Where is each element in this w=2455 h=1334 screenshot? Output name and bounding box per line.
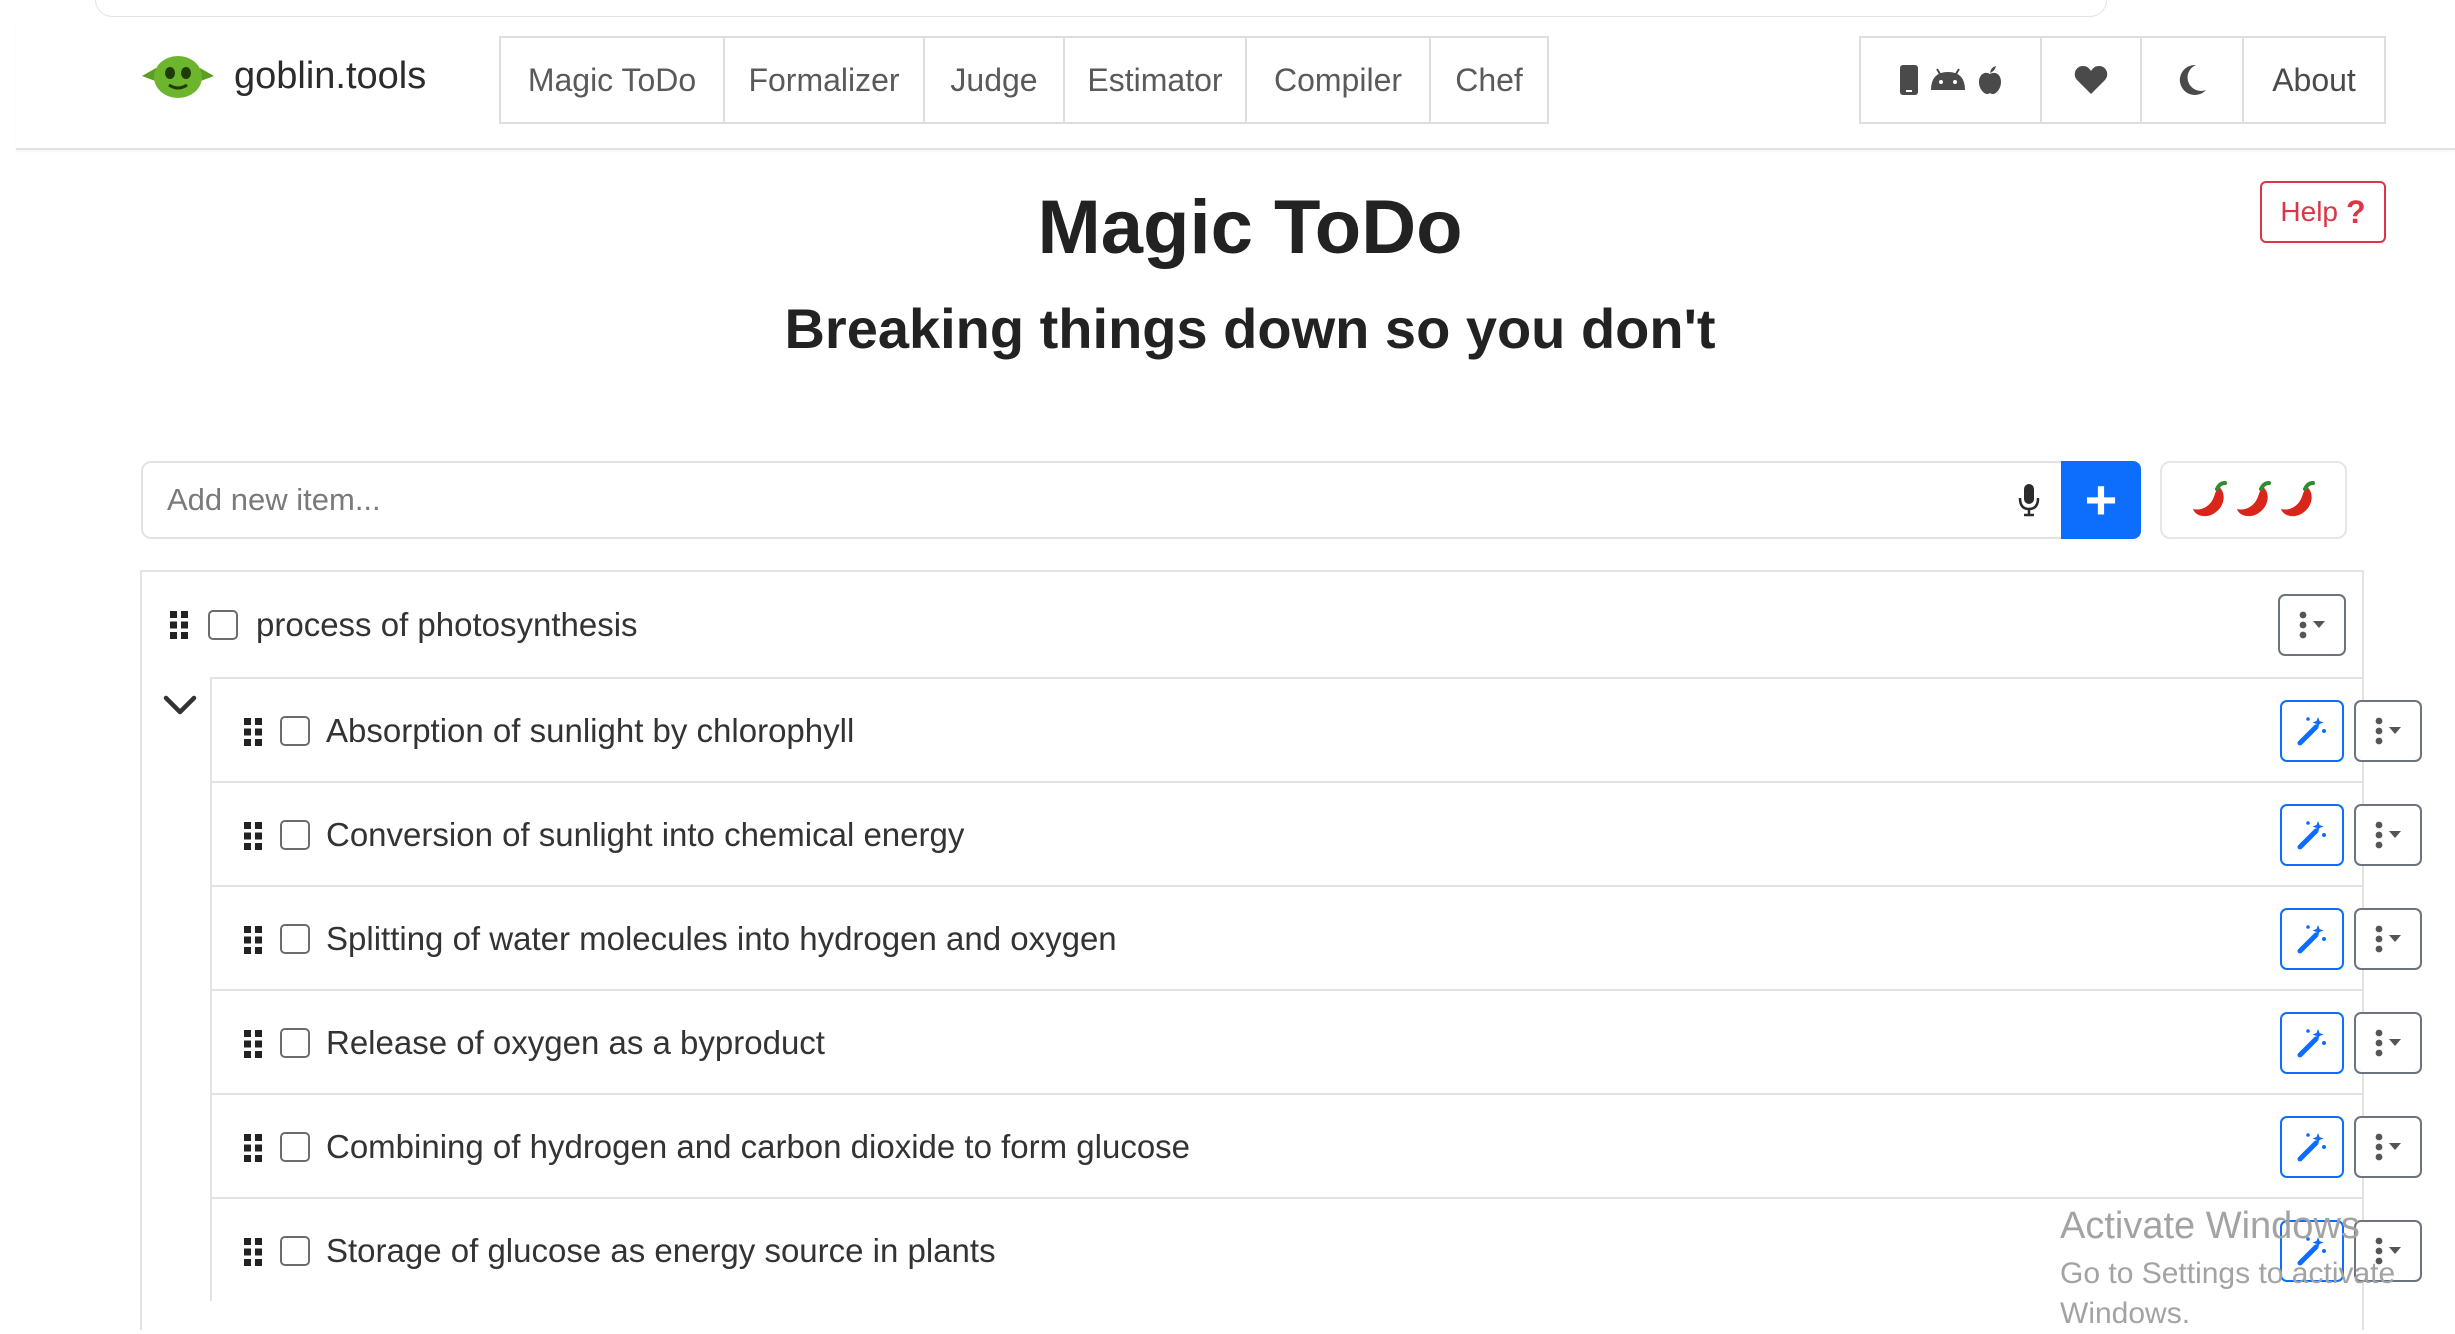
apple-icon [1978,66,2001,94]
drag-handle-icon[interactable] [169,610,189,640]
vertical-dots-icon [2375,821,2383,849]
caret-down-icon [2313,621,2325,628]
add-item-button[interactable]: + [2061,461,2141,539]
magic-wand-icon [2297,821,2326,850]
chili-icon [2280,481,2315,517]
tab-estimator[interactable]: Estimator [1065,38,1247,122]
breakdown-button[interactable] [2280,1220,2344,1282]
subtask-checkbox[interactable] [280,924,310,954]
subtask-row: Combining of hydrogen and carbon dioxide… [210,1093,2422,1197]
subtask-checkbox[interactable] [280,1236,310,1266]
heart-icon [2074,66,2108,94]
task-checkbox[interactable] [208,610,238,640]
subtask-row: Absorption of sunlight by chlorophyll [210,677,2422,781]
chili-icon [2192,481,2227,517]
magic-wand-icon [2297,1029,2326,1058]
tab-formalizer[interactable]: Formalizer [725,38,925,122]
todo-list: process of photosynthesis Absorption of … [140,570,2422,1330]
subtask-label[interactable]: Conversion of sunlight into chemical ene… [326,815,964,855]
task-label[interactable]: process of photosynthesis [256,605,638,645]
brand[interactable]: goblin.tools [136,48,426,104]
subtask-row: Splitting of water molecules into hydrog… [210,885,2422,989]
subtask-row: Conversion of sunlight into chemical ene… [210,781,2422,885]
vertical-dots-icon [2375,1029,2383,1057]
magic-wand-icon [2297,925,2326,954]
breakdown-button[interactable] [2280,1116,2344,1178]
breakdown-button[interactable] [2280,908,2344,970]
breakdown-button[interactable] [2280,1012,2344,1074]
moon-icon [2179,64,2206,95]
drag-handle-icon[interactable] [243,925,263,955]
subtask-menu-button[interactable] [2354,804,2422,866]
subtask-row: Storage of glucose as energy source in p… [210,1197,2422,1301]
task-menu-button[interactable] [2278,594,2346,656]
nav-right: About [1859,36,2386,124]
subtask-list: Absorption of sunlight by chlorophyll Con… [210,677,2422,1301]
caret-down-icon [2389,1039,2401,1046]
navbar: goblin.tools Magic ToDo Formalizer Judge… [16,20,2455,150]
chevron-down-icon[interactable] [162,690,198,720]
subtask-checkbox[interactable] [280,820,310,850]
add-item-input[interactable] [141,461,2061,539]
subtask-menu-button[interactable] [2354,1012,2422,1074]
magic-wand-icon [2297,1133,2326,1162]
breakdown-button[interactable] [2280,804,2344,866]
goblin-logo-icon [142,56,214,98]
vertical-dots-icon [2375,1237,2383,1265]
subtask-checkbox[interactable] [280,716,310,746]
drag-handle-icon[interactable] [243,1133,263,1163]
subtask-label[interactable]: Absorption of sunlight by chlorophyll [326,711,854,751]
brand-name: goblin.tools [234,54,427,97]
breakdown-button[interactable] [2280,700,2344,762]
tab-chef[interactable]: Chef [1431,38,1547,122]
mic-button[interactable] [1997,461,2061,539]
page-title: Magic ToDo [1037,185,1463,270]
caret-down-icon [2389,831,2401,838]
subtask-menu-button[interactable] [2354,908,2422,970]
vertical-dots-icon [2299,611,2307,639]
caret-down-icon [2389,1247,2401,1254]
subtask-label[interactable]: Release of oxygen as a byproduct [326,1023,825,1063]
drag-handle-icon[interactable] [243,1029,263,1059]
magic-wand-icon [2297,1237,2326,1266]
subtask-row: Release of oxygen as a byproduct [210,989,2422,1093]
drag-handle-icon[interactable] [243,717,263,747]
android-icon [1930,68,1965,90]
vertical-dots-icon [2375,1133,2383,1161]
subtask-menu-button[interactable] [2354,1116,2422,1178]
drag-handle-icon[interactable] [243,1237,263,1267]
magic-wand-icon [2297,717,2326,746]
subtask-checkbox[interactable] [280,1028,310,1058]
phone-icon [1899,65,1918,95]
tab-magic-todo[interactable]: Magic ToDo [501,38,725,122]
caret-down-icon [2389,1143,2401,1150]
browser-top-strip [0,0,2455,20]
tab-judge[interactable]: Judge [925,38,1065,122]
tab-compiler[interactable]: Compiler [1247,38,1431,122]
about-link[interactable]: About [2244,38,2384,122]
subtask-menu-button[interactable] [2354,700,2422,762]
vertical-dots-icon [2375,925,2383,953]
subtask-menu-button[interactable] [2354,1220,2422,1282]
subtask-label[interactable]: Storage of glucose as energy source in p… [326,1231,996,1271]
theme-toggle-button[interactable] [2142,38,2244,122]
subtask-checkbox[interactable] [280,1132,310,1162]
caret-down-icon [2389,935,2401,942]
nav-tabs: Magic ToDo Formalizer Judge Estimator Co… [499,36,1549,124]
drag-handle-icon[interactable] [243,821,263,851]
vertical-dots-icon [2375,717,2383,745]
subtask-label[interactable]: Combining of hydrogen and carbon dioxide… [326,1127,1190,1167]
spiciness-button[interactable] [2160,461,2347,539]
microphone-icon [2018,484,2040,517]
task-row: process of photosynthesis [142,572,2362,677]
apps-button[interactable] [1861,38,2042,122]
add-item-bar: + [141,461,2347,539]
caret-down-icon [2389,727,2401,734]
donate-button[interactable] [2042,38,2142,122]
page-subtitle: Breaking things down so you don't [784,297,1716,360]
chili-icon [2236,481,2271,517]
subtask-label[interactable]: Splitting of water molecules into hydrog… [326,919,1117,959]
